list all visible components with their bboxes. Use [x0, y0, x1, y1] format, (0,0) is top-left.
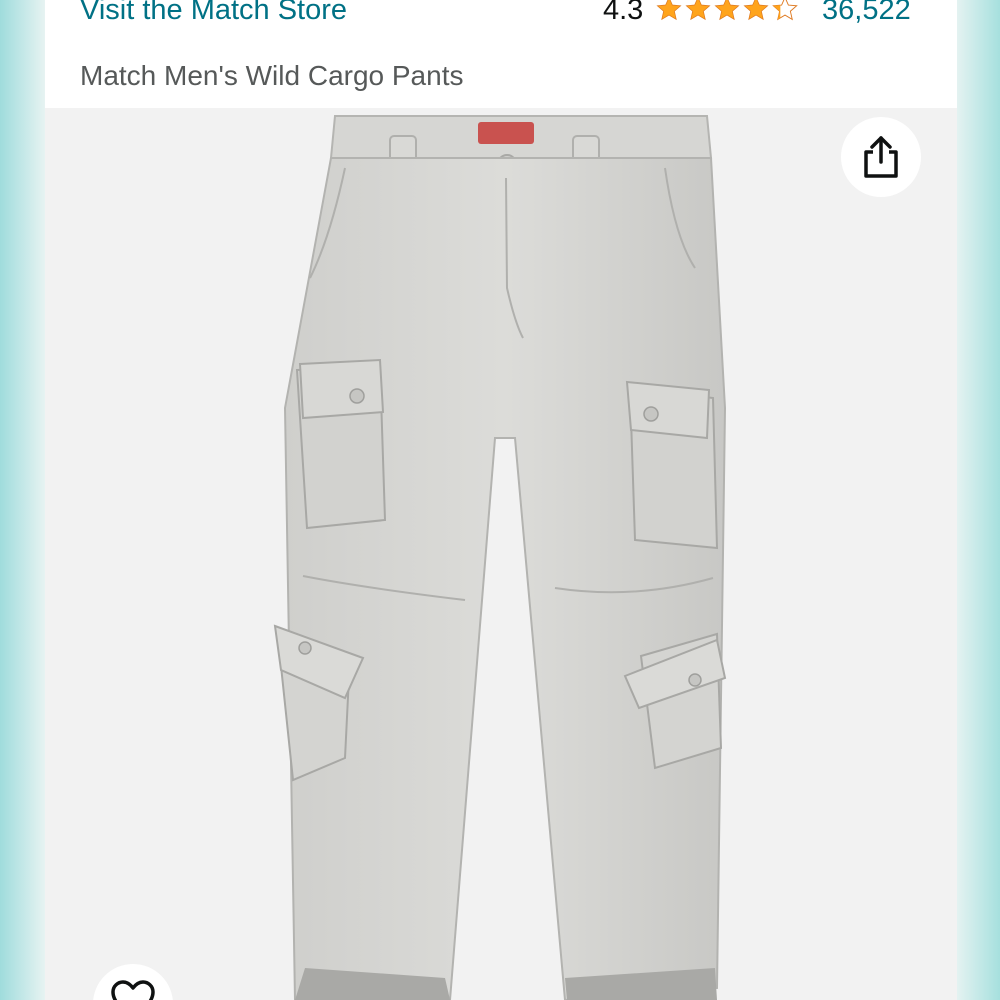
rating-value[interactable]: 4.3	[603, 0, 643, 27]
star-full-icon	[685, 0, 711, 21]
review-count-link[interactable]: 36,522	[822, 0, 911, 27]
cargo-pants-product-photo	[273, 115, 727, 1000]
star-full-icon	[714, 0, 740, 21]
star-full-icon	[656, 0, 682, 21]
store-link[interactable]: Visit the Match Store	[80, 0, 347, 27]
product-image-carousel[interactable]	[45, 108, 957, 1000]
star-full-icon	[743, 0, 769, 21]
rating-stars[interactable]	[655, 0, 801, 25]
heart-icon	[111, 980, 155, 1000]
share-button[interactable]	[841, 117, 921, 197]
share-icon	[864, 136, 898, 178]
star-partial-icon	[772, 0, 798, 21]
product-title: Match Men's Wild Cargo Pants	[80, 60, 464, 91]
product-card: Visit the Match Store 4.3 36,522 Match M…	[45, 0, 957, 1000]
